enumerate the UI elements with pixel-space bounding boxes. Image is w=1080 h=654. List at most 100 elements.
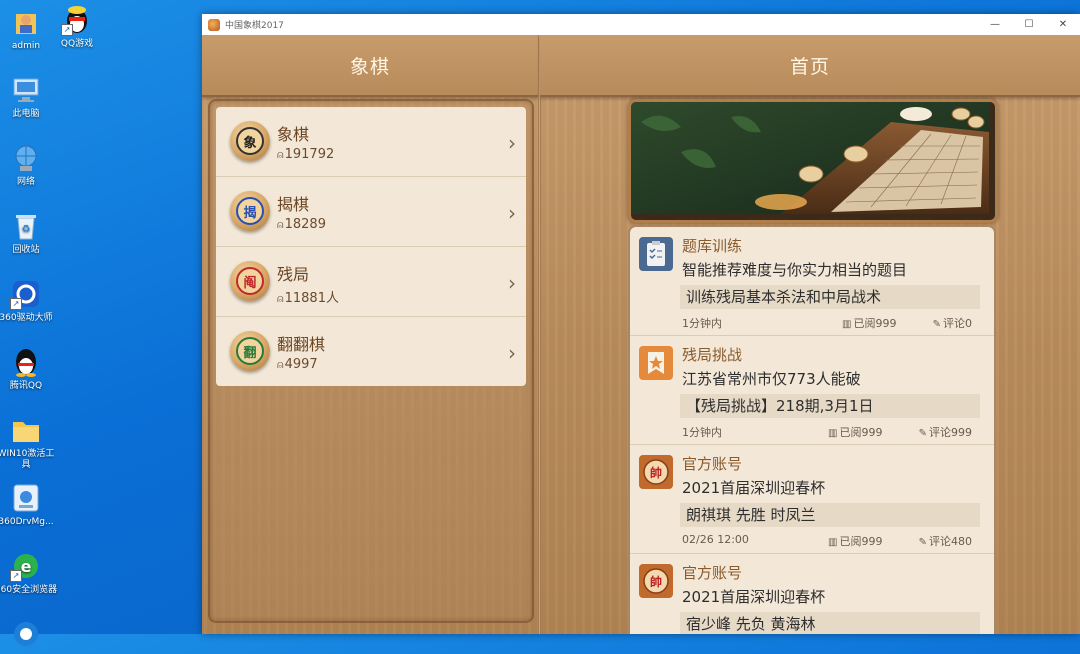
chess-app-window[interactable]: 中国象棋2017 — ☐ ✕ 象棋 象 象棋 ⍝191792 › 揭 揭棋 ⍝1… bbox=[202, 14, 1080, 634]
game-item-xiangqi[interactable]: 象 象棋 ⍝191792 › bbox=[216, 107, 526, 177]
card-title: 官方账号 bbox=[682, 455, 743, 473]
game-item-endgame[interactable]: 阄 残局 ⍝11881人 › bbox=[216, 247, 526, 317]
desktop-icon-recycle-bin[interactable]: ♻ 回收站 bbox=[0, 210, 58, 256]
card-subtitle: 2021首届深圳迎春杯 bbox=[682, 479, 826, 497]
browser-icon: e ↗ bbox=[10, 550, 42, 582]
network-icon bbox=[10, 142, 42, 174]
piece-char: 翻 bbox=[236, 337, 264, 365]
chessboard-banner-image bbox=[631, 102, 989, 214]
desktop-icon-computer[interactable]: 此电脑 bbox=[0, 74, 58, 120]
piece-char: 阄 bbox=[236, 267, 264, 295]
endgame-piece-icon: 阄 bbox=[230, 261, 270, 301]
game-name: 揭棋 bbox=[277, 195, 310, 214]
read-count: ▥ 已阅999 bbox=[842, 315, 896, 331]
chevron-right-icon[interactable]: › bbox=[508, 131, 516, 155]
pen-icon: ✎ bbox=[918, 537, 927, 548]
quiz-clipboard-icon bbox=[639, 237, 673, 271]
desktop-icon-label: WIN10激活工具 bbox=[0, 449, 55, 470]
desktop-icon-drv-manager[interactable]: 360DrvMg... bbox=[0, 482, 58, 528]
comment-count[interactable]: ✎ 评论0 bbox=[933, 315, 972, 331]
card-subtitle: 2021首届深圳迎春杯 bbox=[682, 588, 826, 606]
feed-card-endgame-challenge[interactable]: 残局挑战 江苏省常州市仅773人能破 【残局挑战】218期,3月1日 1分钟内 … bbox=[630, 336, 994, 445]
player-count-value: 191792 bbox=[284, 147, 335, 162]
svg-text:♻: ♻ bbox=[22, 224, 31, 235]
read-count-value: 已阅999 bbox=[853, 317, 897, 330]
right-pane-header: 首页 bbox=[540, 35, 1080, 97]
desktop-icon-label: 360安全浏览器 bbox=[0, 585, 58, 595]
feed-card-quiz[interactable]: 题库训练 智能推荐难度与你实力相当的题目 训练残局基本杀法和中局战术 1分钟内 … bbox=[630, 227, 994, 336]
chevron-right-icon[interactable]: › bbox=[508, 271, 516, 295]
card-title: 题库训练 bbox=[682, 237, 743, 255]
desktop-icon-label: QQ游戏 bbox=[60, 39, 94, 49]
minimize-button[interactable]: — bbox=[978, 14, 1012, 35]
driver-master-icon: ↗ bbox=[10, 278, 42, 310]
game-list-frame: 象 象棋 ⍝191792 › 揭 揭棋 ⍝18289 › 阄 残局 ⍝11881… bbox=[208, 99, 534, 623]
user-folder-icon bbox=[10, 6, 42, 38]
card-quote: 宿少峰 先负 黄海林 bbox=[680, 612, 980, 634]
desktop-icon-browser[interactable]: e ↗ 360安全浏览器 bbox=[0, 550, 58, 596]
comment-count[interactable]: ✎ 评论999 bbox=[919, 424, 972, 440]
desktop-icon-label: 腾讯QQ bbox=[9, 381, 43, 391]
desktop-icon-label: 此电脑 bbox=[12, 109, 40, 119]
read-count: ▥ 已阅999 bbox=[828, 424, 882, 440]
drv-manager-icon bbox=[10, 482, 42, 514]
folder-icon bbox=[10, 414, 42, 446]
official-shuai-icon: 帥 bbox=[639, 564, 673, 598]
card-quote: 【残局挑战】218期,3月1日 bbox=[680, 394, 980, 418]
post-time: 1分钟内 bbox=[682, 426, 722, 439]
promo-banner[interactable] bbox=[628, 99, 998, 223]
book-icon: ▥ bbox=[828, 537, 838, 548]
card-title: 官方账号 bbox=[682, 564, 743, 582]
window-title: 中国象棋2017 bbox=[225, 21, 284, 31]
svg-text:e: e bbox=[21, 557, 32, 576]
read-count-value: 已阅999 bbox=[839, 535, 883, 548]
svg-text:帥: 帥 bbox=[650, 465, 662, 480]
qq-game-icon: ↗ bbox=[61, 4, 93, 36]
feed-card-official-1[interactable]: 帥 官方账号 2021首届深圳迎春杯 朗祺琪 先胜 时凤兰 02/26 12:0… bbox=[630, 445, 994, 554]
feed-card-official-2[interactable]: 帥 官方账号 2021首届深圳迎春杯 宿少峰 先负 黄海林 bbox=[630, 554, 994, 634]
player-count: ⍝4997 bbox=[277, 357, 318, 372]
maximize-button[interactable]: ☐ bbox=[1012, 14, 1046, 35]
player-count: ⍝18289 bbox=[277, 217, 326, 232]
game-item-fanfanqi[interactable]: 翻 翻翻棋 ⍝4997 › bbox=[216, 317, 526, 386]
recycle-bin-icon: ♻ bbox=[10, 210, 42, 242]
post-time: 02/26 12:00 bbox=[682, 533, 749, 546]
news-feed: 题库训练 智能推荐难度与你实力相当的题目 训练残局基本杀法和中局战术 1分钟内 … bbox=[628, 225, 996, 634]
card-subtitle: 智能推荐难度与你实力相当的题目 bbox=[682, 261, 908, 279]
window-titlebar[interactable]: 中国象棋2017 — ☐ ✕ bbox=[202, 14, 1080, 35]
card-quote: 训练残局基本杀法和中局战术 bbox=[680, 285, 980, 309]
desktop-icon-network[interactable]: 网络 bbox=[0, 142, 58, 188]
comment-count[interactable]: ✎ 评论480 bbox=[919, 533, 972, 549]
desktop-icon-qq-game[interactable]: ↗ QQ游戏 bbox=[45, 4, 109, 50]
person-icon: ⍝ bbox=[277, 148, 284, 161]
game-name: 残局 bbox=[277, 265, 310, 284]
game-item-jieqi[interactable]: 揭 揭棋 ⍝18289 › bbox=[216, 177, 526, 247]
player-count: ⍝11881人 bbox=[277, 287, 339, 306]
comment-count-value: 评论999 bbox=[929, 426, 972, 439]
desktop-icon-qq[interactable]: 腾讯QQ bbox=[0, 346, 58, 392]
close-button[interactable]: ✕ bbox=[1046, 14, 1080, 35]
shortcut-arrow-icon: ↗ bbox=[10, 298, 22, 310]
read-count: ▥ 已阅999 bbox=[828, 533, 882, 549]
book-icon: ▥ bbox=[828, 428, 838, 439]
post-time: 1分钟内 bbox=[682, 317, 722, 330]
official-shuai-icon: 帥 bbox=[639, 455, 673, 489]
pen-icon: ✎ bbox=[918, 428, 927, 439]
endgame-star-icon bbox=[639, 346, 673, 380]
desktop-icon-driver-master[interactable]: ↗ 360驱动大师 bbox=[0, 278, 58, 324]
player-count: ⍝191792 bbox=[277, 147, 334, 162]
chess-app-icon bbox=[208, 18, 220, 31]
shortcut-arrow-icon: ↗ bbox=[61, 24, 73, 36]
desktop-icon-win10-tool[interactable]: WIN10激活工具 bbox=[0, 414, 58, 471]
chevron-right-icon[interactable]: › bbox=[508, 201, 516, 225]
desktop-icon-label: 回收站 bbox=[12, 245, 40, 255]
person-icon: ⍝ bbox=[277, 218, 284, 231]
desktop-icon-label: 360驱动大师 bbox=[0, 313, 53, 323]
pen-icon: ✎ bbox=[932, 319, 941, 330]
home-feed-pane: 首页 题库训练 智能推荐难度与你实力相当的题目 训练残局基本杀法和中局战术 1分… bbox=[540, 35, 1080, 634]
piece-char: 象 bbox=[236, 127, 264, 155]
desktop-icon-partial[interactable] bbox=[0, 618, 58, 653]
card-quote: 朗祺琪 先胜 时凤兰 bbox=[680, 503, 980, 527]
book-icon: ▥ bbox=[842, 319, 852, 330]
chevron-right-icon[interactable]: › bbox=[508, 341, 516, 365]
